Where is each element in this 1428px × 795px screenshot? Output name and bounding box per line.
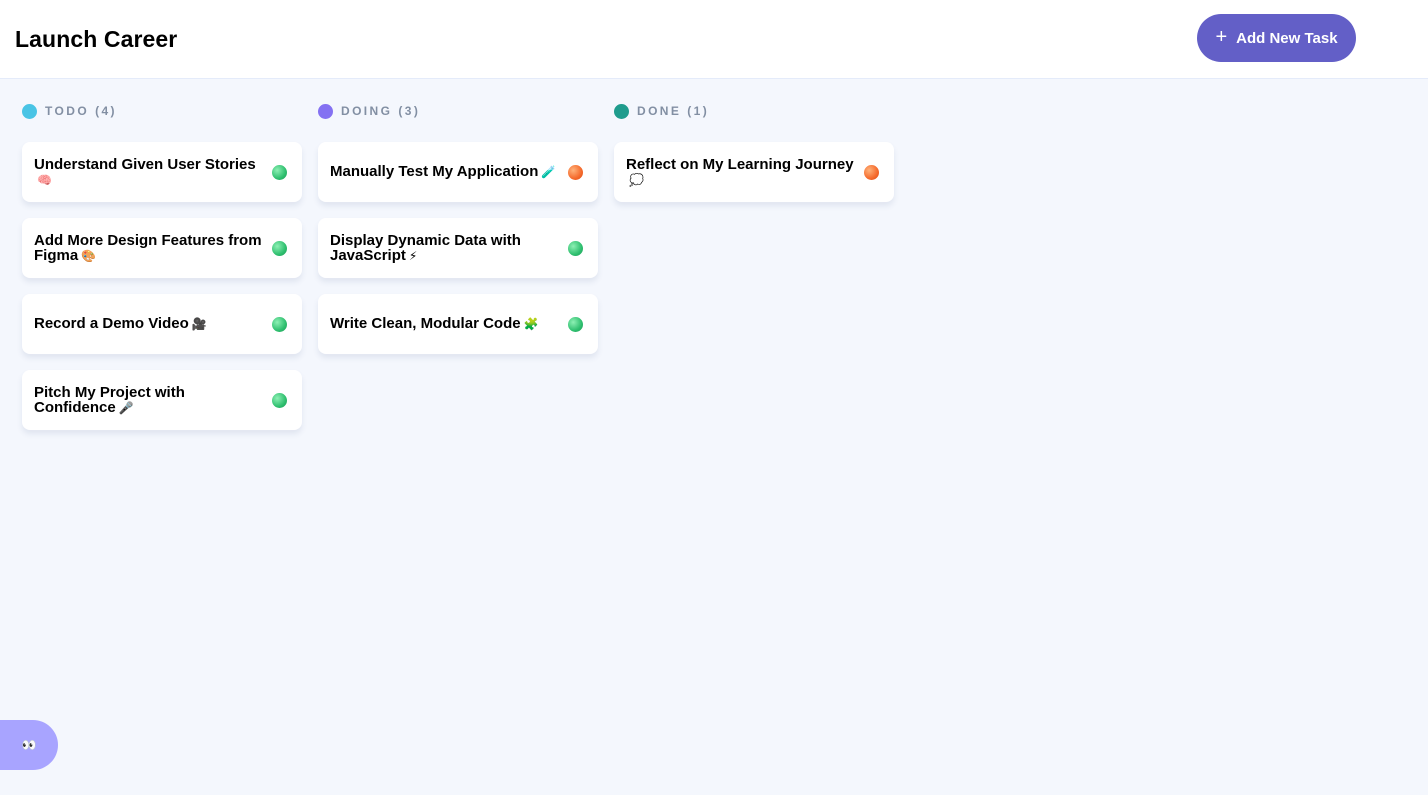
board-columns: TODO (4) Understand Given User Stories🧠 … bbox=[22, 102, 894, 446]
eye-icon: 👀 bbox=[21, 738, 37, 752]
task-title: Understand Given User Stories🧠 bbox=[34, 155, 256, 187]
top-header: Launch Career + Add New Task bbox=[0, 0, 1428, 79]
status-dot-icon bbox=[272, 317, 287, 332]
column-header: DOING (3) bbox=[318, 102, 598, 120]
column-color-dot bbox=[318, 103, 333, 119]
plus-icon: + bbox=[1215, 26, 1228, 48]
column-color-dot bbox=[22, 103, 37, 119]
task-card[interactable]: Manually Test My Application 🧪 bbox=[318, 142, 598, 202]
column-color-dot bbox=[614, 103, 629, 119]
column-name: TODO bbox=[45, 104, 90, 118]
status-dot-icon bbox=[568, 317, 583, 332]
status-dot-icon bbox=[568, 241, 583, 256]
column-todo: TODO (4) Understand Given User Stories🧠 … bbox=[22, 102, 302, 446]
show-sidebar-button[interactable]: 👀 bbox=[0, 720, 58, 770]
column-doing: DOING (3) Manually Test My Application 🧪 … bbox=[318, 102, 598, 446]
task-card[interactable]: Record a Demo Video 🎥 bbox=[22, 294, 302, 354]
task-card[interactable]: Display Dynamic Data with JavaScript ⚡ bbox=[318, 218, 598, 278]
thought-bubble-emoji-icon: 💭 bbox=[629, 172, 644, 187]
task-title: Manually Test My Application 🧪 bbox=[330, 163, 557, 180]
column-count: (1) bbox=[687, 104, 710, 118]
add-new-task-button[interactable]: + Add New Task bbox=[1197, 14, 1356, 62]
task-card[interactable]: Add More Design Features from Figma 🎨 bbox=[22, 218, 302, 278]
task-card[interactable]: Reflect on My Learning Journey💭 bbox=[614, 142, 894, 202]
task-card[interactable]: Understand Given User Stories🧠 bbox=[22, 142, 302, 202]
column-count: (3) bbox=[398, 104, 421, 118]
palette-emoji-icon: 🎨 bbox=[81, 248, 97, 263]
task-card[interactable]: Pitch My Project with Confidence 🎤 bbox=[22, 370, 302, 430]
task-title: Record a Demo Video 🎥 bbox=[34, 315, 207, 332]
status-dot-icon bbox=[864, 165, 879, 180]
brain-emoji-icon: 🧠 bbox=[37, 172, 52, 187]
microphone-emoji-icon: 🎤 bbox=[118, 400, 134, 415]
task-title: Pitch My Project with Confidence 🎤 bbox=[34, 383, 185, 416]
task-title: Write Clean, Modular Code 🧩 bbox=[330, 315, 539, 332]
column-header: DONE (1) bbox=[614, 102, 894, 120]
column-done: DONE (1) Reflect on My Learning Journey💭 bbox=[614, 102, 894, 446]
add-new-task-label: Add New Task bbox=[1236, 29, 1338, 47]
camera-emoji-icon: 🎥 bbox=[191, 317, 207, 331]
puzzle-emoji-icon: 🧩 bbox=[523, 317, 539, 331]
status-dot-icon bbox=[568, 165, 583, 180]
status-dot-icon bbox=[272, 393, 287, 408]
column-name: DOING bbox=[341, 104, 393, 118]
test-tube-emoji-icon: 🧪 bbox=[541, 165, 557, 179]
column-name: DONE bbox=[637, 104, 682, 118]
column-header: TODO (4) bbox=[22, 102, 302, 120]
status-dot-icon bbox=[272, 165, 287, 180]
lightning-emoji-icon: ⚡ bbox=[408, 248, 418, 263]
status-dot-icon bbox=[272, 241, 287, 256]
task-title: Reflect on My Learning Journey💭 bbox=[626, 155, 854, 187]
column-count: (4) bbox=[95, 104, 117, 118]
board-title: Launch Career bbox=[15, 26, 178, 52]
task-title: Display Dynamic Data with JavaScript ⚡ bbox=[330, 231, 521, 264]
task-title: Add More Design Features from Figma 🎨 bbox=[34, 231, 262, 264]
task-card[interactable]: Write Clean, Modular Code 🧩 bbox=[318, 294, 598, 354]
